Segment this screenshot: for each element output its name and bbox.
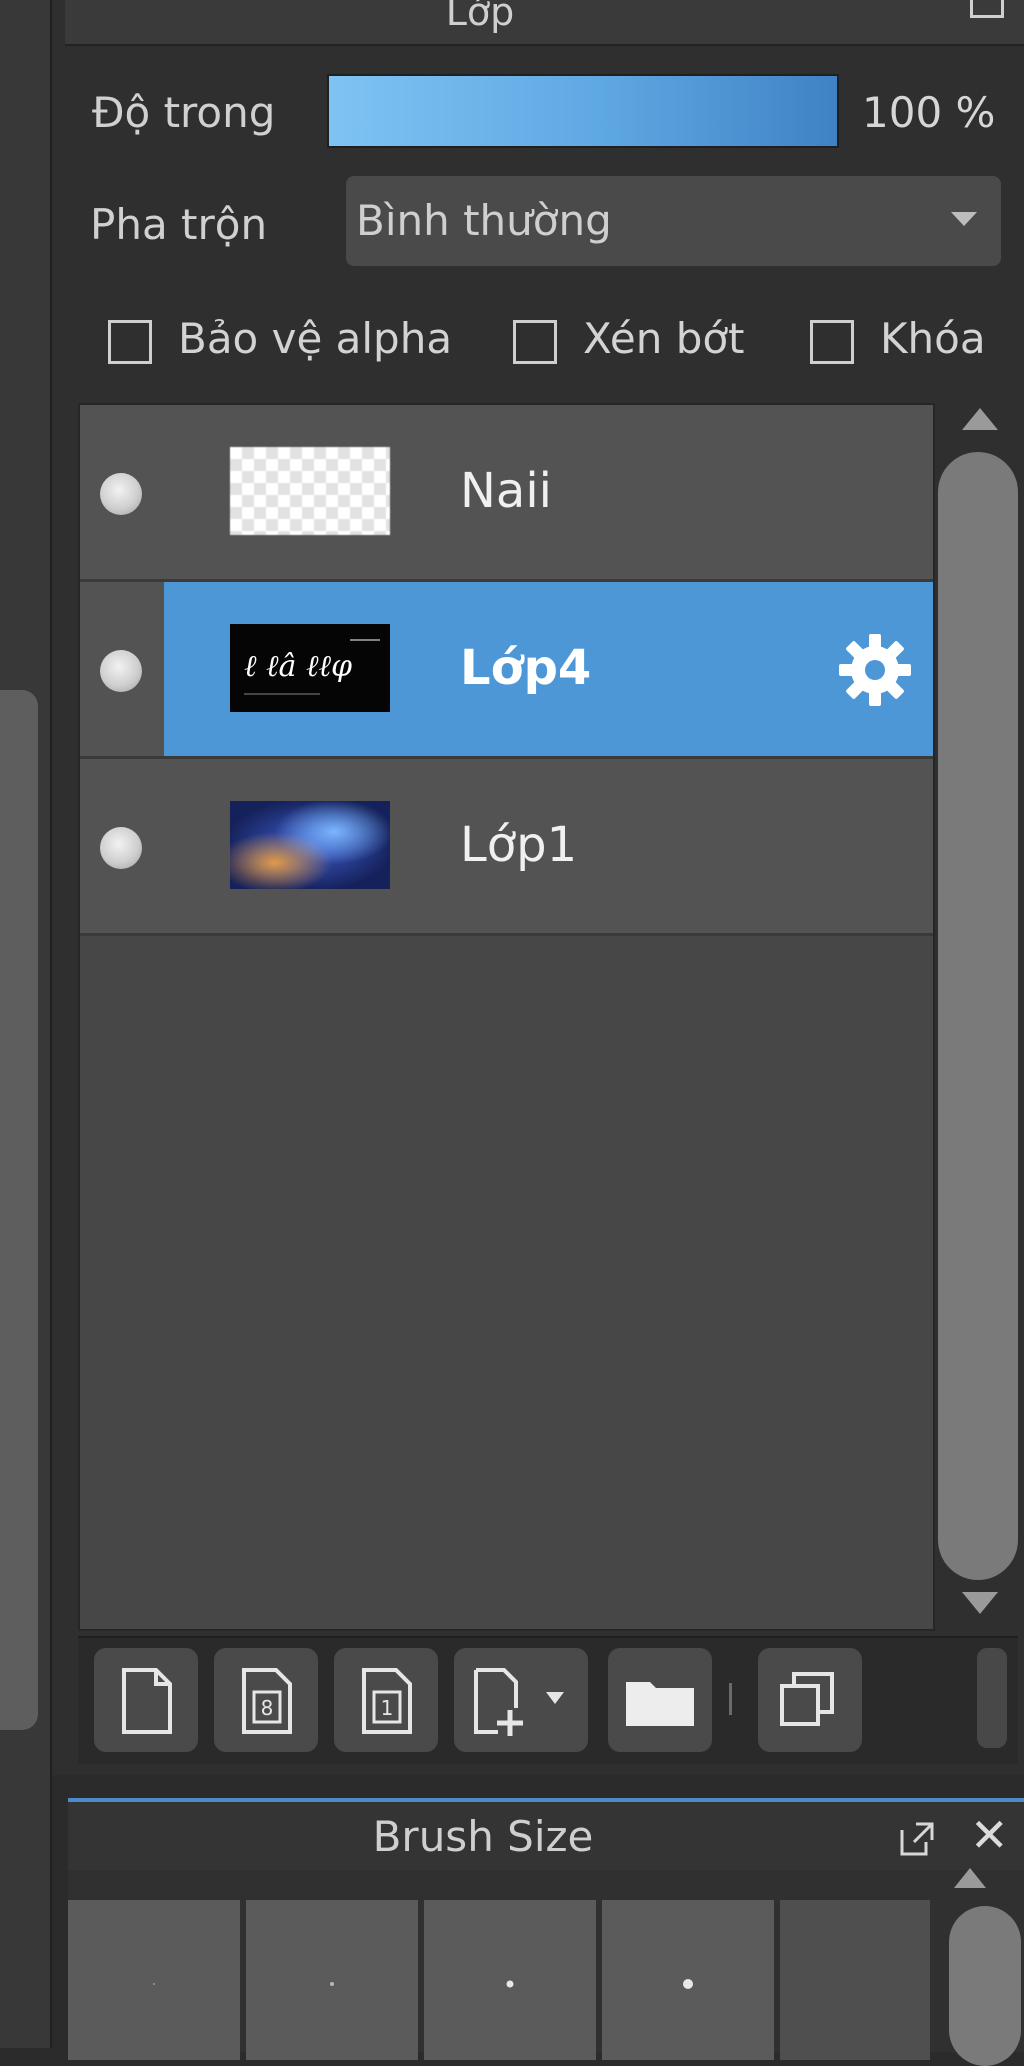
layer-thumbnail <box>230 447 390 535</box>
close-icon[interactable]: ✕ <box>970 1808 1009 1862</box>
clipping-checkbox[interactable] <box>513 320 557 364</box>
brush-size-cell[interactable] <box>246 1900 418 2060</box>
opacity-slider[interactable] <box>327 74 839 148</box>
toolbar-scrollbar[interactable] <box>977 1648 1007 1748</box>
gear-icon[interactable] <box>835 630 915 710</box>
blend-mode-select[interactable]: Bình thường <box>346 176 1001 266</box>
brush-preview-dot <box>153 1983 155 1985</box>
layer-name: Lớp1 <box>460 817 578 873</box>
layer-thumbnail: ℓ ℓâ ℓℓφ <box>230 624 390 712</box>
layer-name: Naii <box>460 463 552 519</box>
new-8bit-layer-button[interactable]: 8 <box>214 1648 318 1752</box>
clipping-label: Xén bớt <box>583 314 745 363</box>
new-8bit-layer-icon: 8 <box>242 1668 292 1734</box>
brush-size-cell[interactable] <box>424 1900 596 2060</box>
brush-size-cell[interactable] <box>780 1900 930 2060</box>
brush-preview-dot <box>506 1980 514 1988</box>
new-1bit-layer-icon: 1 <box>362 1668 412 1734</box>
svg-text:1: 1 <box>381 1696 394 1720</box>
folder-icon <box>626 1682 694 1726</box>
float-panel-icon[interactable] <box>898 1820 936 1858</box>
layer-thumbnail <box>230 801 390 889</box>
brush-size-panel: Brush Size ✕ <box>68 1798 1024 2066</box>
duplicate-layer-button[interactable] <box>758 1648 862 1752</box>
blend-mode-value: Bình thường <box>356 196 612 245</box>
left-scrollbar-thumb[interactable] <box>0 690 38 1730</box>
visibility-toggle-icon[interactable] <box>100 650 142 692</box>
brush-scrollbar-thumb[interactable] <box>949 1906 1021 2066</box>
layer-toolbar: 8 1 <box>78 1636 1018 1764</box>
chevron-down-icon <box>951 212 977 226</box>
panel-title: Lớp <box>445 0 515 34</box>
layer-row-lop1[interactable]: Lớp1 <box>80 759 933 936</box>
visibility-toggle-icon[interactable] <box>100 473 142 515</box>
add-layer-dropdown-icon <box>474 1668 564 1736</box>
blend-mode-label: Pha trộn <box>90 200 268 249</box>
brush-size-cell[interactable] <box>602 1900 774 2060</box>
protect-alpha-checkbox[interactable] <box>108 320 152 364</box>
brush-size-cell[interactable] <box>68 1900 240 2060</box>
opacity-label: Độ trong <box>92 88 276 137</box>
protect-alpha-label: Bảo vệ alpha <box>178 314 453 363</box>
duplicate-layer-icon <box>780 1672 834 1726</box>
toolbar-separator <box>729 1683 732 1715</box>
layer-list-scrollbar-thumb[interactable] <box>938 452 1018 1580</box>
layer-name: Lớp4 <box>460 640 592 696</box>
add-layer-dropdown-button[interactable] <box>454 1648 588 1752</box>
lock-label: Khóa <box>880 314 986 363</box>
brush-panel-title: Brush Size <box>372 1812 594 1861</box>
brush-panel-header: Brush Size ✕ <box>68 1802 1024 1870</box>
thumbnail-scribble-text: ℓ ℓâ ℓℓφ <box>244 649 352 684</box>
new-1bit-layer-button[interactable]: 1 <box>334 1648 438 1752</box>
brush-preview-dot <box>683 1979 693 1989</box>
svg-text:8: 8 <box>261 1696 274 1720</box>
scroll-up-arrow-icon[interactable] <box>962 408 998 430</box>
layer-list: Naii ℓ ℓâ ℓℓφ Lớp4 Lớp1 <box>78 403 935 1631</box>
new-layer-icon <box>122 1668 172 1734</box>
scroll-up-arrow-icon[interactable] <box>954 1868 986 1888</box>
brush-preview-dot <box>330 1982 334 1986</box>
layer-row-lop4[interactable]: ℓ ℓâ ℓℓφ Lớp4 <box>80 582 933 759</box>
scroll-down-arrow-icon[interactable] <box>962 1592 998 1614</box>
new-folder-button[interactable] <box>608 1648 712 1752</box>
float-panel-icon[interactable] <box>970 0 1004 18</box>
opacity-value: 100 % <box>862 88 996 137</box>
visibility-toggle-icon[interactable] <box>100 827 142 869</box>
layer-panel-header: Lớp ✕ <box>65 0 1024 46</box>
new-layer-button[interactable] <box>94 1648 198 1752</box>
layer-row-naii[interactable]: Naii <box>80 405 933 582</box>
lock-checkbox[interactable] <box>810 320 854 364</box>
